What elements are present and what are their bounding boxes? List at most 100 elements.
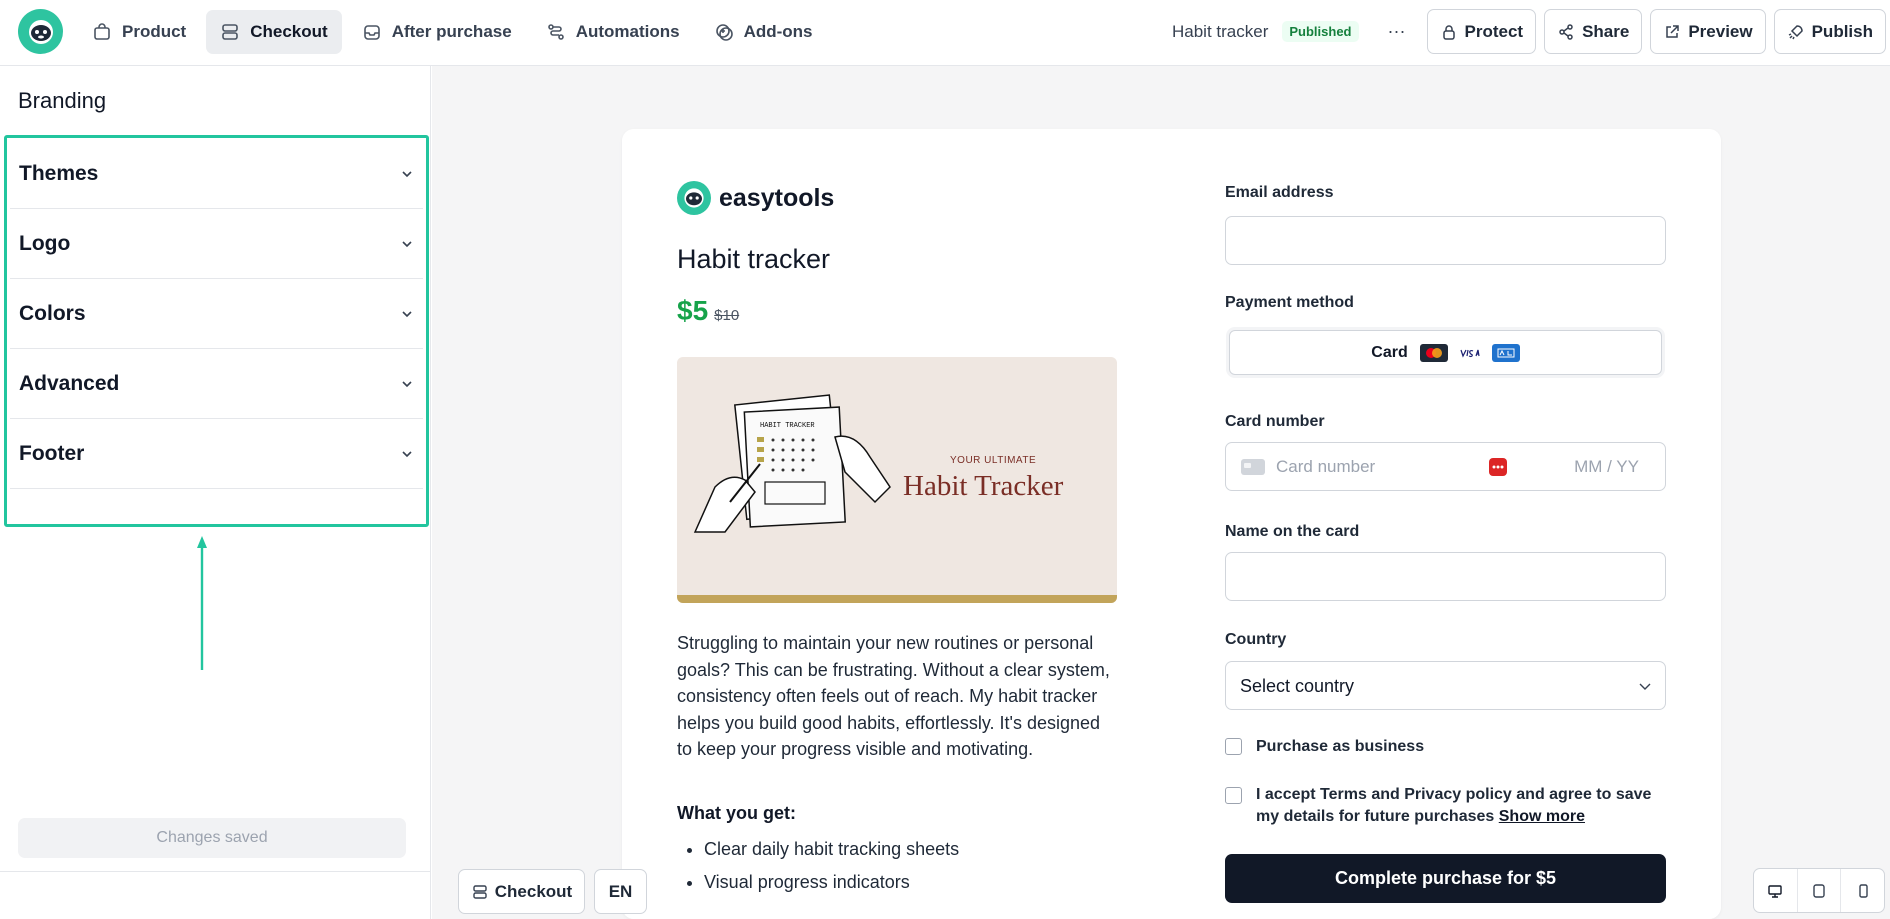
hero-bar	[677, 595, 1117, 603]
nav-automations[interactable]: Automations	[532, 10, 694, 54]
price: $5 $10	[677, 295, 739, 327]
brand-logo-icon	[677, 181, 711, 215]
sidebar-footer	[0, 871, 430, 919]
list-item: Visual progress indicators	[704, 872, 959, 893]
product-title: Habit tracker	[677, 244, 831, 274]
show-more-link[interactable]: Show more	[1499, 808, 1585, 825]
nav-automations-label: Automations	[575, 22, 680, 41]
desktop-view-button[interactable]	[1754, 869, 1798, 912]
more-options-button[interactable]: ···	[1377, 10, 1417, 54]
checkout-view-button[interactable]: Checkout	[458, 869, 585, 914]
chevron-down-icon	[402, 310, 412, 317]
lock-icon	[1442, 24, 1455, 40]
nav-addons-label: Add-ons	[743, 22, 813, 41]
current-price: $5	[677, 295, 709, 326]
visa-icon	[1455, 343, 1484, 362]
payment-option-label: Card	[1371, 343, 1408, 361]
expiry-placeholder[interactable]: MM / YY	[1574, 457, 1639, 477]
product-description: Struggling to maintain your new routines…	[677, 633, 1110, 759]
branding-sidebar: Branding Themes Logo Colors Advanced Foo…	[0, 66, 431, 919]
arrow-up-icon	[197, 536, 207, 670]
nav-product[interactable]: Product	[78, 10, 200, 54]
tablet-view-button[interactable]	[1798, 869, 1842, 912]
terms-checkbox[interactable]	[1225, 787, 1242, 804]
business-checkbox[interactable]	[1225, 738, 1242, 755]
publish-button[interactable]: Publish	[1773, 9, 1886, 54]
status-badge: Published	[1282, 21, 1359, 42]
accordion-footer[interactable]: Footer	[10, 419, 423, 489]
nav-addons[interactable]: Add-ons	[700, 10, 827, 54]
benefits-list: Clear daily habit tracking sheets Visual…	[704, 839, 959, 905]
hero-big-text: Habit Tracker	[903, 470, 1064, 502]
checkout-view-label: Checkout	[494, 881, 573, 901]
share-button[interactable]: Share	[1544, 9, 1643, 54]
name-on-card-field[interactable]	[1225, 552, 1666, 601]
device-switcher	[1753, 868, 1885, 913]
country-select[interactable]: Select country	[1225, 661, 1666, 710]
automation-icon	[547, 24, 564, 40]
app-logo[interactable]	[18, 9, 63, 54]
sidebar-title: Branding	[18, 88, 107, 113]
nav-checkout-label: Checkout	[250, 22, 328, 41]
card-number-placeholder: Card number	[1276, 457, 1376, 476]
tablet-icon	[1813, 883, 1825, 898]
complete-purchase-button[interactable]: Complete purchase for $5	[1225, 854, 1666, 903]
mastercard-icon	[1419, 343, 1448, 362]
nav-checkout[interactable]: Checkout	[206, 10, 342, 54]
email-label: Email address	[1225, 184, 1334, 201]
checkout-icon	[222, 24, 239, 40]
terms-label: I accept Terms and Privacy policy and ag…	[1256, 786, 1652, 825]
hands-illustration-icon: HABIT TRACKER	[693, 394, 891, 533]
card-placeholder-icon	[1241, 459, 1265, 475]
external-link-icon	[1666, 24, 1680, 38]
country-select-value: Select country	[1240, 676, 1355, 696]
language-button[interactable]: EN	[594, 869, 647, 914]
accordion-colors[interactable]: Colors	[10, 279, 423, 349]
brand-name: easytools	[719, 183, 835, 212]
top-bar: Product Checkout After purchase Automati…	[0, 0, 1890, 66]
accordion-logo[interactable]: Logo	[10, 209, 423, 279]
payment-option-card[interactable]: Card	[1229, 330, 1662, 375]
rocket-icon	[1788, 24, 1803, 39]
chevron-down-icon	[402, 380, 412, 387]
payment-method-label: Payment method	[1225, 294, 1354, 311]
mobile-view-button[interactable]	[1841, 869, 1884, 912]
brand: easytools	[677, 181, 834, 215]
checkout-card: easytools Habit tracker $5 $10 HABIT TRA…	[622, 129, 1721, 919]
email-field[interactable]	[1225, 216, 1666, 265]
nav-product-label: Product	[122, 22, 187, 41]
accordion-logo-label: Logo	[19, 231, 71, 255]
old-price: $10	[714, 307, 740, 324]
preview-button[interactable]: Preview	[1650, 9, 1766, 54]
share-icon	[1559, 23, 1573, 40]
project-title: Habit tracker	[1172, 21, 1269, 41]
language-label: EN	[608, 881, 633, 901]
main-nav: Product Checkout After purchase Automati…	[78, 10, 827, 54]
accordion-themes[interactable]: Themes	[10, 139, 423, 209]
accordion-themes-label: Themes	[19, 161, 99, 185]
card-number-label: Card number	[1225, 413, 1325, 430]
svg-text:HABIT TRACKER: HABIT TRACKER	[760, 422, 815, 430]
inbox-icon	[363, 25, 380, 40]
business-checkbox-label: Purchase as business	[1256, 738, 1425, 755]
accordion-advanced[interactable]: Advanced	[10, 349, 423, 419]
changes-saved-button[interactable]: Changes saved	[18, 818, 406, 858]
card-number-field[interactable]: Card number MM / YY	[1225, 442, 1666, 491]
chevron-down-icon	[402, 450, 412, 457]
chevron-down-icon	[402, 240, 412, 247]
what-you-get-heading: What you get:	[677, 803, 796, 823]
accordion-footer-label: Footer	[19, 441, 85, 465]
chevron-down-icon	[1639, 683, 1651, 690]
product-panel: easytools Habit tracker $5 $10 HABIT TRA…	[622, 129, 1170, 919]
password-manager-icon[interactable]	[1488, 457, 1508, 477]
desktop-icon	[1768, 884, 1783, 898]
publish-label: Publish	[1811, 21, 1873, 41]
amex-icon	[1491, 343, 1520, 362]
protect-button[interactable]: Protect	[1426, 9, 1537, 54]
sloth-icon	[684, 188, 704, 208]
product-image: HABIT TRACKER YOUR ULTIMATE Habit Tracke…	[677, 357, 1117, 603]
header-tools: Habit tracker Published ··· Protect Shar…	[1172, 9, 1886, 54]
nav-after-purchase[interactable]: After purchase	[348, 10, 526, 54]
hero-small-text: YOUR ULTIMATE	[950, 455, 1037, 466]
sloth-logo-icon	[28, 19, 53, 44]
